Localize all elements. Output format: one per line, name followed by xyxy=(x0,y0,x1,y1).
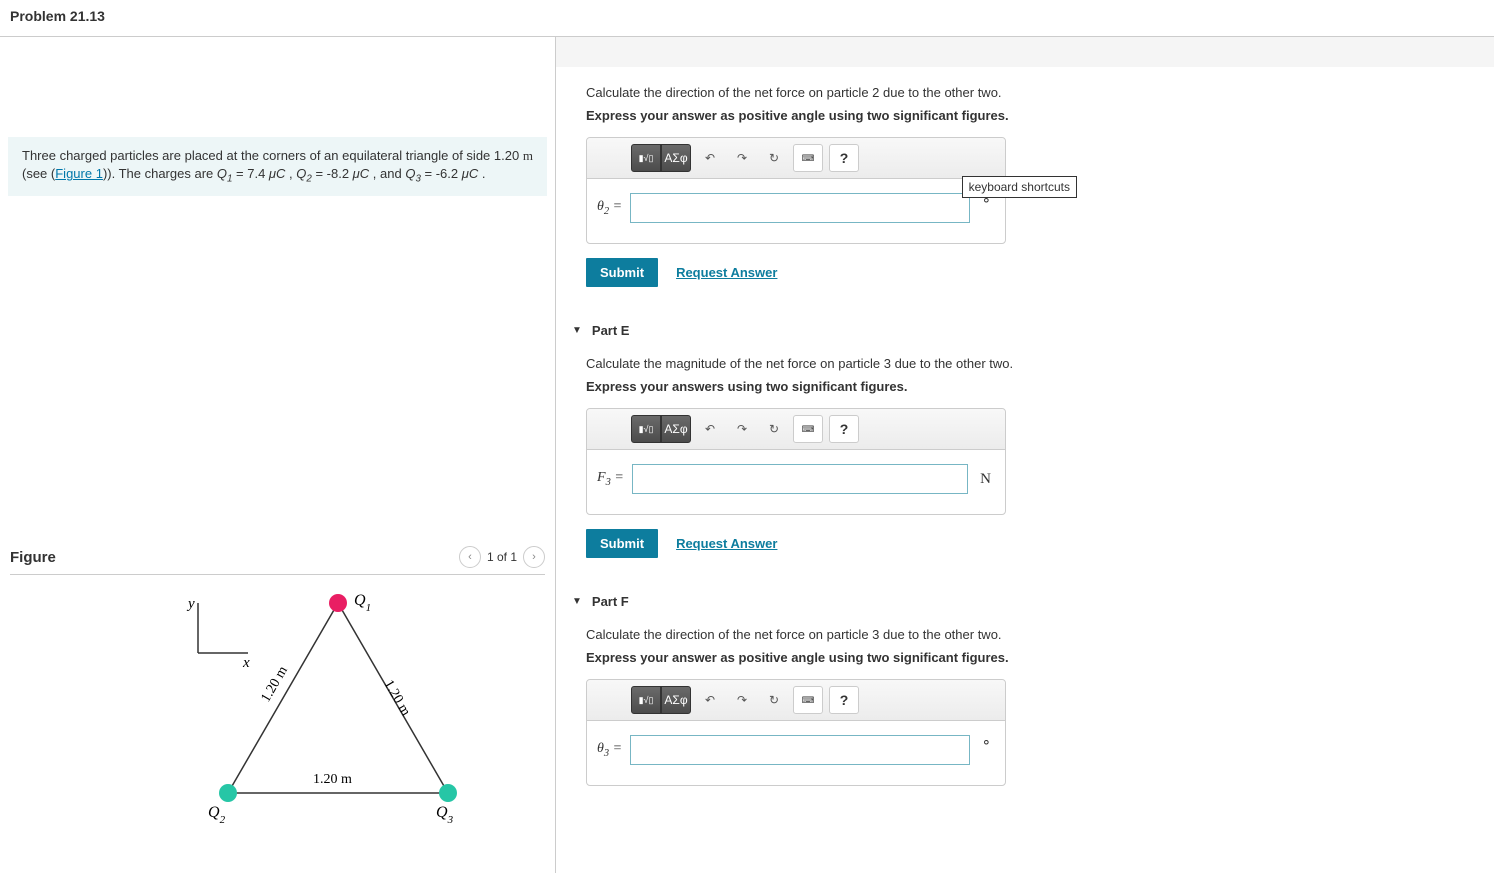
math-template-button[interactable]: ▮√▯ xyxy=(631,686,661,714)
unit-degree: ∘ xyxy=(978,733,995,752)
greek-button[interactable]: ΑΣφ xyxy=(661,415,691,443)
undo-button[interactable]: ↶ xyxy=(697,415,723,443)
svg-text:1.20 m: 1.20 m xyxy=(313,772,352,787)
caret-down-icon: ▼ xyxy=(572,596,582,607)
request-answer-link[interactable]: Request Answer xyxy=(676,265,777,280)
unit-newton: N xyxy=(976,471,995,488)
figure-title: Figure xyxy=(10,549,56,566)
submit-button[interactable]: Submit xyxy=(586,258,658,287)
svg-text:Q3: Q3 xyxy=(436,804,454,826)
svg-text:1.20 m: 1.20 m xyxy=(258,664,290,705)
reset-button[interactable]: ↻ xyxy=(761,686,787,714)
part-f-header[interactable]: ▼ Part F xyxy=(556,588,1494,627)
answer-input-theta2[interactable] xyxy=(630,193,970,223)
part-e-instr: Express your answers using two significa… xyxy=(586,379,1464,394)
var-label: F3 = xyxy=(597,470,624,488)
toolbar: ▮√▯ ΑΣφ ↶ ↷ ↻ ⌨ ? xyxy=(587,138,1005,179)
figure-body[interactable]: y x Q1 Q2 Q3 1.20 m 1.20 m 1.20 xyxy=(10,583,545,863)
figure-link[interactable]: Figure 1 xyxy=(55,166,103,181)
problem-statement: Three charged particles are placed at th… xyxy=(8,137,547,196)
part-d-instr: Express your answer as positive angle us… xyxy=(586,108,1464,123)
help-button[interactable]: ? xyxy=(829,144,859,172)
greek-button[interactable]: ΑΣφ xyxy=(661,686,691,714)
svg-text:Q1: Q1 xyxy=(354,592,371,614)
part-d-prompt: Calculate the direction of the net force… xyxy=(586,85,1464,100)
figure-section: Figure ‹ 1 of 1 › y x xyxy=(0,546,555,873)
problem-title: Problem 21.13 xyxy=(0,0,1494,37)
undo-button[interactable]: ↶ xyxy=(697,686,723,714)
part-f-prompt: Calculate the direction of the net force… xyxy=(586,627,1464,642)
caret-down-icon: ▼ xyxy=(572,325,582,336)
keyboard-icon[interactable]: ⌨ xyxy=(793,144,823,172)
keyboard-icon[interactable]: ⌨ xyxy=(793,686,823,714)
part-e-prompt: Calculate the magnitude of the net force… xyxy=(586,356,1464,371)
right-pane[interactable]: Calculate the direction of the net force… xyxy=(556,37,1494,873)
figure-pager: 1 of 1 xyxy=(487,550,517,564)
reset-button[interactable]: ↻ xyxy=(761,415,787,443)
part-f-answer-box: ▮√▯ ΑΣφ ↶ ↷ ↻ ⌨ ? θ3 = ∘ xyxy=(586,679,1006,786)
answer-input-f3[interactable] xyxy=(632,464,968,494)
help-button[interactable]: ? xyxy=(829,415,859,443)
var-label: θ3 = xyxy=(597,741,622,759)
undo-button[interactable]: ↶ xyxy=(697,144,723,172)
part-f: ▼ Part F Calculate the direction of the … xyxy=(556,588,1494,786)
var-label: θ2 = xyxy=(597,199,622,217)
svg-text:x: x xyxy=(242,655,250,671)
math-template-button[interactable]: ▮√▯ xyxy=(631,144,661,172)
help-button[interactable]: ? xyxy=(829,686,859,714)
answer-input-theta3[interactable] xyxy=(630,735,970,765)
svg-text:y: y xyxy=(186,596,195,612)
figure-next-button[interactable]: › xyxy=(523,546,545,568)
keyboard-icon[interactable]: ⌨ xyxy=(793,415,823,443)
part-e-header[interactable]: ▼ Part E xyxy=(556,317,1494,356)
left-pane: Three charged particles are placed at th… xyxy=(0,37,556,873)
reset-button[interactable]: ↻ xyxy=(761,144,787,172)
part-f-instr: Express your answer as positive angle us… xyxy=(586,650,1464,665)
redo-button[interactable]: ↷ xyxy=(729,144,755,172)
greek-button[interactable]: ΑΣφ xyxy=(661,144,691,172)
redo-button[interactable]: ↷ xyxy=(729,415,755,443)
tooltip: keyboard shortcuts xyxy=(962,176,1077,198)
svg-text:1.20 m: 1.20 m xyxy=(380,678,412,719)
part-e-answer-box: ▮√▯ ΑΣφ ↶ ↷ ↻ ⌨ ? F3 = N xyxy=(586,408,1006,515)
triangle-diagram: y x Q1 Q2 Q3 1.20 m 1.20 m 1.20 xyxy=(68,583,488,843)
redo-button[interactable]: ↷ xyxy=(729,686,755,714)
figure-prev-button[interactable]: ‹ xyxy=(459,546,481,568)
request-answer-link[interactable]: Request Answer xyxy=(676,536,777,551)
submit-button[interactable]: Submit xyxy=(586,529,658,558)
math-template-button[interactable]: ▮√▯ xyxy=(631,415,661,443)
part-e: ▼ Part E Calculate the magnitude of the … xyxy=(556,317,1494,558)
svg-text:Q2: Q2 xyxy=(208,804,226,826)
part-d: Calculate the direction of the net force… xyxy=(556,37,1494,287)
part-d-answer-box: ▮√▯ ΑΣφ ↶ ↷ ↻ ⌨ ? keyboard shortcuts θ2 … xyxy=(586,137,1006,244)
